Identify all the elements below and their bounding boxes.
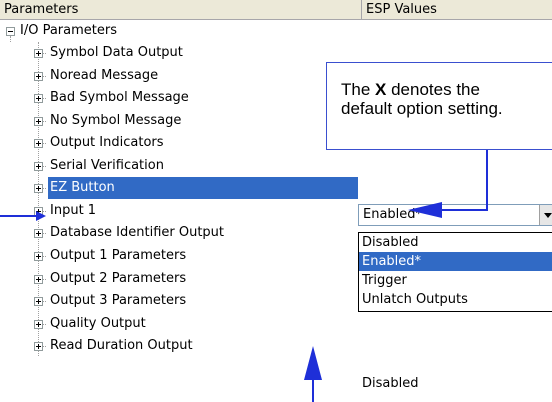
expand-icon[interactable] xyxy=(34,72,43,81)
ez-button-value-combobox[interactable]: Enabled* xyxy=(358,204,552,226)
expand-icon[interactable] xyxy=(34,275,43,284)
read-duration-output-value[interactable]: Disabled xyxy=(362,373,418,395)
expand-icon[interactable] xyxy=(34,162,43,171)
option-enabled[interactable]: Enabled* xyxy=(359,252,552,271)
option-unlatch-outputs[interactable]: Unlatch Outputs xyxy=(359,290,552,309)
annotation-callout-box: The X denotes the default option setting… xyxy=(326,62,552,150)
expand-icon[interactable] xyxy=(34,342,43,351)
tree-item-label: Quality Output xyxy=(50,316,146,331)
callout-connector-line xyxy=(440,209,488,211)
tree-item-ez-button[interactable]: EZ Button xyxy=(0,177,362,199)
tree-item-label: Output 1 Parameters xyxy=(50,248,187,263)
tree-item-output-indicators[interactable]: Output Indicators xyxy=(0,132,362,154)
callout-bold-x: X xyxy=(375,80,387,99)
ez-button-options-list: Disabled Enabled* Trigger Unlatch Output… xyxy=(358,232,552,312)
callout-connector-line xyxy=(486,150,488,210)
callout-arrowhead xyxy=(408,202,442,218)
collapse-icon[interactable] xyxy=(6,27,15,36)
tree-item-serial-verification[interactable]: Serial Verification xyxy=(0,155,362,177)
tree-item-database-identifier-output[interactable]: Database Identifier Output xyxy=(0,222,362,244)
expand-icon[interactable] xyxy=(34,297,43,306)
expand-icon[interactable] xyxy=(34,139,43,148)
tree-item-label: Database Identifier Output xyxy=(50,225,225,240)
tree-item-label: Symbol Data Output xyxy=(50,45,183,60)
tree-item-label: Read Duration Output xyxy=(50,338,193,353)
option-disabled[interactable]: Disabled xyxy=(359,233,552,252)
chevron-down-icon xyxy=(544,213,552,218)
callout-prefix: The xyxy=(341,80,376,99)
tree-item-label: Bad Symbol Message xyxy=(50,90,189,105)
tree-item-output-3-parameters[interactable]: Output 3 Parameters xyxy=(0,290,362,312)
tree-item-output-1-parameters[interactable]: Output 1 Parameters xyxy=(0,245,362,267)
tree-item-label: Serial Verification xyxy=(50,158,164,173)
tree-item-output-2-parameters[interactable]: Output 2 Parameters xyxy=(0,268,362,290)
esp-values-column-header[interactable]: ESP Values xyxy=(362,0,552,19)
parameters-column-header[interactable]: Parameters xyxy=(0,0,362,19)
tree-item-label: Output Indicators xyxy=(50,135,164,150)
tree-root-io-parameters[interactable]: I/O Parameters xyxy=(0,20,362,42)
expand-icon[interactable] xyxy=(34,320,43,329)
expand-icon[interactable] xyxy=(34,117,43,126)
tree-item-noread-message[interactable]: Noread Message xyxy=(0,65,362,87)
bottom-up-line xyxy=(312,380,314,402)
expand-icon[interactable] xyxy=(34,229,43,238)
tree-item-label: Input 1 xyxy=(50,203,97,218)
tree-item-quality-output[interactable]: Quality Output xyxy=(0,313,362,335)
expand-icon[interactable] xyxy=(34,252,43,261)
callout-text: The X denotes the default option setting… xyxy=(341,80,552,118)
expand-icon[interactable] xyxy=(34,184,43,193)
left-pointer-line xyxy=(0,215,38,217)
expand-icon[interactable] xyxy=(34,94,43,103)
option-trigger[interactable]: Trigger xyxy=(359,271,552,290)
tree-item-label: EZ Button xyxy=(48,177,358,199)
expand-icon[interactable] xyxy=(34,49,43,58)
tree-item-bad-symbol-message[interactable]: Bad Symbol Message xyxy=(0,87,362,109)
tree-item-label: No Symbol Message xyxy=(50,113,182,128)
callout-line2: default option setting. xyxy=(341,99,503,118)
tree-root-label: I/O Parameters xyxy=(20,23,117,38)
tree-item-input-1[interactable]: Input 1 xyxy=(0,200,362,222)
bottom-up-arrowhead xyxy=(304,346,322,380)
dropdown-button[interactable] xyxy=(539,205,552,225)
tree-item-label: Output 3 Parameters xyxy=(50,293,187,308)
callout-suffix: denotes the xyxy=(386,80,480,99)
column-header-bar: Parameters ESP Values xyxy=(0,0,552,20)
tree-item-symbol-data-output[interactable]: Symbol Data Output xyxy=(0,42,362,64)
tree-item-no-symbol-message[interactable]: No Symbol Message xyxy=(0,110,362,132)
left-pointer-arrowhead xyxy=(36,211,46,221)
tree-item-label: Output 2 Parameters xyxy=(50,271,187,286)
tree-item-label: Noread Message xyxy=(50,68,159,83)
